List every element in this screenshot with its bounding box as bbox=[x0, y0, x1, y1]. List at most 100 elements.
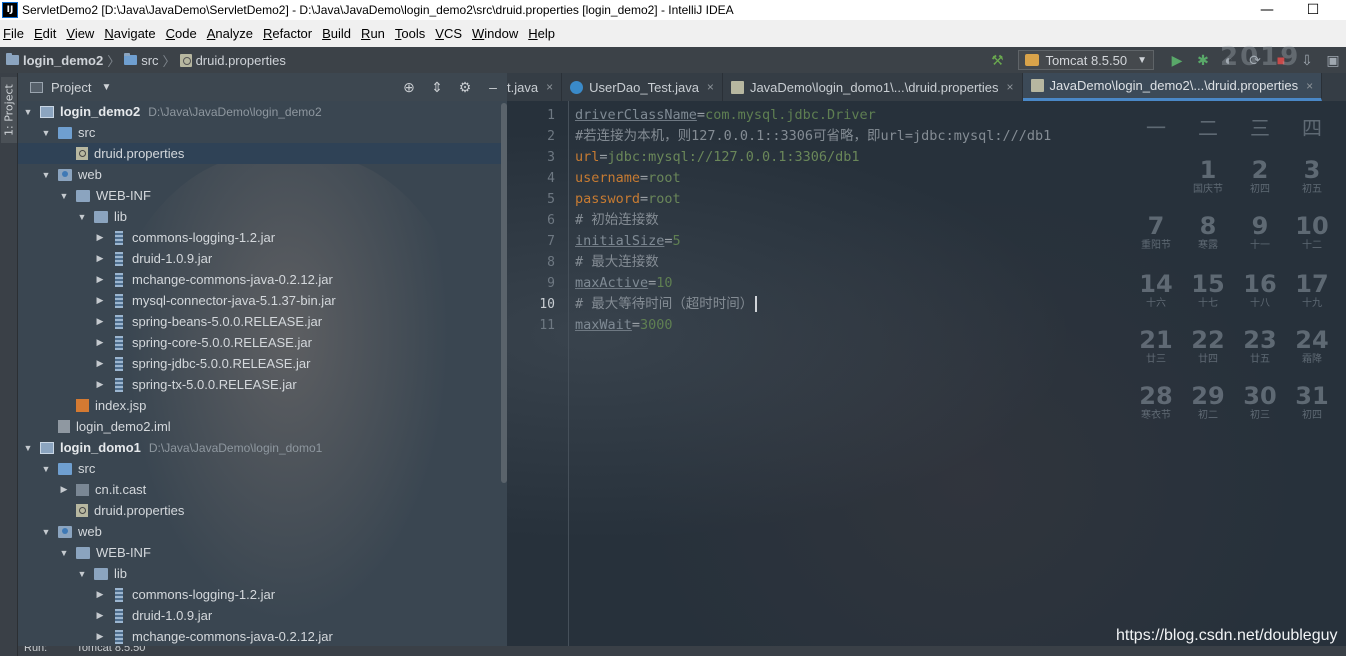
code-line[interactable]: # 最大连接数 bbox=[575, 252, 659, 273]
menu-help[interactable]: Help bbox=[525, 26, 562, 41]
tree-node-folder[interactable]: ▼ web bbox=[18, 164, 507, 185]
minimize-button[interactable]: — bbox=[1244, 0, 1290, 20]
tree-node-folder[interactable]: ▼ WEB-INF bbox=[18, 542, 507, 563]
expand-arrow-icon[interactable]: ▼ bbox=[22, 107, 34, 117]
tree-node-jar[interactable]: ▶ spring-jdbc-5.0.0.RELEASE.jar bbox=[18, 353, 507, 374]
calendar-day: 2 初四 bbox=[1250, 156, 1270, 195]
expand-arrow-icon[interactable]: ▼ bbox=[22, 443, 34, 453]
tree-node-folder[interactable]: ▼ web bbox=[18, 521, 507, 542]
code-line[interactable]: maxWait=3000 bbox=[575, 315, 673, 336]
code-line[interactable]: password=root bbox=[575, 189, 681, 210]
chevron-down-icon[interactable]: ▼ bbox=[101, 82, 111, 93]
menu-window[interactable]: Window bbox=[469, 26, 525, 41]
menu-navigate[interactable]: Navigate bbox=[101, 26, 162, 41]
expand-arrow-icon[interactable]: ▼ bbox=[40, 128, 52, 138]
tree-node-file-selected[interactable]: ▶ druid.properties bbox=[18, 143, 507, 164]
expand-arrow-icon[interactable]: ▶ bbox=[94, 589, 106, 600]
close-icon[interactable]: × bbox=[546, 80, 553, 94]
tree-node-jar[interactable]: ▶ commons-logging-1.2.jar bbox=[18, 227, 507, 248]
close-icon[interactable]: × bbox=[1007, 80, 1014, 94]
expand-arrow-icon[interactable]: ▶ bbox=[94, 610, 106, 621]
editor-tab[interactable]: JavaDemo\login_domo1\...\druid.propertie… bbox=[723, 73, 1023, 101]
tree-node-module[interactable]: ▼ login_domo1 D:\Java\JavaDemo\login_dom… bbox=[18, 437, 507, 458]
editor-tab[interactable]: t.java × bbox=[507, 73, 563, 101]
build-hammer-icon[interactable]: ⚒ bbox=[986, 49, 1008, 71]
menu-edit[interactable]: Edit bbox=[31, 26, 63, 41]
expand-arrow-icon[interactable]: ▶ bbox=[94, 337, 106, 348]
tree-node-jar[interactable]: ▶ mysql-connector-java-5.1.37-bin.jar bbox=[18, 290, 507, 311]
run-configuration-selector[interactable]: Tomcat 8.5.50 ▼ bbox=[1018, 50, 1154, 70]
project-structure-icon[interactable]: ▣ bbox=[1322, 49, 1344, 71]
menu-view[interactable]: View bbox=[63, 26, 101, 41]
code-line[interactable]: # 初始连接数 bbox=[575, 210, 659, 231]
breadcrumb-folder[interactable]: src bbox=[141, 53, 158, 68]
code-line[interactable]: username=root bbox=[575, 168, 681, 189]
menu-build[interactable]: Build bbox=[319, 26, 358, 41]
expand-arrow-icon[interactable]: ▼ bbox=[58, 191, 70, 201]
hide-panel-icon[interactable]: – bbox=[479, 79, 507, 95]
collapse-all-icon[interactable]: ⇕ bbox=[423, 79, 451, 96]
menu-analyze[interactable]: Analyze bbox=[204, 26, 260, 41]
menu-file[interactable]: File bbox=[0, 26, 31, 41]
code-line[interactable]: maxActive=10 bbox=[575, 273, 673, 294]
tree-node-jar[interactable]: ▶ mchange-commons-java-0.2.12.jar bbox=[18, 626, 507, 647]
tree-node-jar[interactable]: ▶ commons-logging-1.2.jar bbox=[18, 584, 507, 605]
tree-node-folder[interactable]: ▼ src bbox=[18, 122, 507, 143]
expand-arrow-icon[interactable]: ▼ bbox=[76, 569, 88, 579]
code-line-current[interactable]: # 最大等待时间（超时时间） bbox=[575, 294, 758, 315]
expand-arrow-icon[interactable]: ▶ bbox=[94, 631, 106, 642]
expand-arrow-icon[interactable]: ▶ bbox=[94, 316, 106, 327]
expand-arrow-icon[interactable]: ▼ bbox=[58, 548, 70, 558]
expand-arrow-icon[interactable]: ▼ bbox=[40, 170, 52, 180]
tree-node-folder[interactable]: ▼ src bbox=[18, 458, 507, 479]
tree-node-jar[interactable]: ▶ druid-1.0.9.jar bbox=[18, 248, 507, 269]
editor-tab[interactable]: UserDao_Test.java × bbox=[562, 73, 723, 101]
menu-code[interactable]: Code bbox=[163, 26, 204, 41]
project-panel-title[interactable]: Project bbox=[51, 80, 91, 95]
breadcrumb-file[interactable]: druid.properties bbox=[196, 53, 286, 68]
tree-node-jar[interactable]: ▶ spring-beans-5.0.0.RELEASE.jar bbox=[18, 311, 507, 332]
tree-node-folder[interactable]: ▼ lib bbox=[18, 563, 507, 584]
expand-arrow-icon[interactable]: ▶ bbox=[58, 484, 70, 495]
tree-node-file[interactable]: ▶ login_demo2.iml bbox=[18, 416, 507, 437]
tree-node-module[interactable]: ▼ login_demo2 D:\Java\JavaDemo\login_dem… bbox=[18, 101, 507, 122]
tree-node-file[interactable]: ▶ druid.properties bbox=[18, 500, 507, 521]
project-tool-window-tab[interactable]: 1: Project bbox=[1, 77, 17, 143]
code-line[interactable]: #若连接为本机，则127.0.0.1::3306可省略，即url=jdbc:my… bbox=[575, 126, 1051, 147]
tree-node-file[interactable]: ▶ index.jsp bbox=[18, 395, 507, 416]
tree-node-package[interactable]: ▶ cn.it.cast bbox=[18, 479, 507, 500]
expand-arrow-icon[interactable]: ▼ bbox=[40, 464, 52, 474]
run-config-label[interactable]: Tomcat 8.5.50 bbox=[76, 646, 145, 654]
tree-node-jar[interactable]: ▶ spring-core-5.0.0.RELEASE.jar bbox=[18, 332, 507, 353]
close-icon[interactable]: × bbox=[1306, 79, 1313, 93]
menu-refactor[interactable]: Refactor bbox=[260, 26, 319, 41]
debug-bug-icon[interactable]: ✱ bbox=[1192, 49, 1214, 71]
maximize-button[interactable]: ☐ bbox=[1290, 0, 1336, 20]
run-label[interactable]: Run: bbox=[24, 646, 47, 654]
expand-arrow-icon[interactable]: ▶ bbox=[94, 295, 106, 306]
code-line[interactable]: url=jdbc:mysql://127.0.0.1:3306/db1 bbox=[575, 147, 860, 168]
menu-vcs[interactable]: VCS bbox=[432, 26, 469, 41]
expand-arrow-icon[interactable]: ▶ bbox=[94, 232, 106, 243]
close-icon[interactable]: × bbox=[707, 80, 714, 94]
code-line[interactable]: initialSize=5 bbox=[575, 231, 681, 252]
expand-arrow-icon[interactable]: ▼ bbox=[40, 527, 52, 537]
tree-node-jar[interactable]: ▶ druid-1.0.9.jar bbox=[18, 605, 507, 626]
breadcrumb-project[interactable]: login_demo2 bbox=[23, 53, 103, 68]
gear-icon[interactable]: ⚙ bbox=[451, 79, 479, 96]
expand-arrow-icon[interactable]: ▶ bbox=[94, 379, 106, 390]
expand-arrow-icon[interactable]: ▶ bbox=[94, 274, 106, 285]
tree-node-folder[interactable]: ▼ WEB-INF bbox=[18, 185, 507, 206]
locate-file-crosshair-icon[interactable]: ⊕ bbox=[395, 79, 423, 96]
run-icon[interactable]: ▶ bbox=[1166, 49, 1188, 71]
menu-run[interactable]: Run bbox=[358, 26, 392, 41]
tree-node-jar[interactable]: ▶ spring-tx-5.0.0.RELEASE.jar bbox=[18, 374, 507, 395]
expand-arrow-icon[interactable]: ▶ bbox=[94, 253, 106, 264]
menu-tools[interactable]: Tools bbox=[392, 26, 432, 41]
code-line[interactable]: driverClassName=com.mysql.jdbc.Driver bbox=[575, 105, 876, 126]
tree-node-folder[interactable]: ▼ lib bbox=[18, 206, 507, 227]
tree-node-jar[interactable]: ▶ mchange-commons-java-0.2.12.jar bbox=[18, 269, 507, 290]
expand-arrow-icon[interactable]: ▶ bbox=[94, 358, 106, 369]
editor-tab-active[interactable]: JavaDemo\login_demo2\...\druid.propertie… bbox=[1022, 73, 1323, 101]
expand-arrow-icon[interactable]: ▼ bbox=[76, 212, 88, 222]
